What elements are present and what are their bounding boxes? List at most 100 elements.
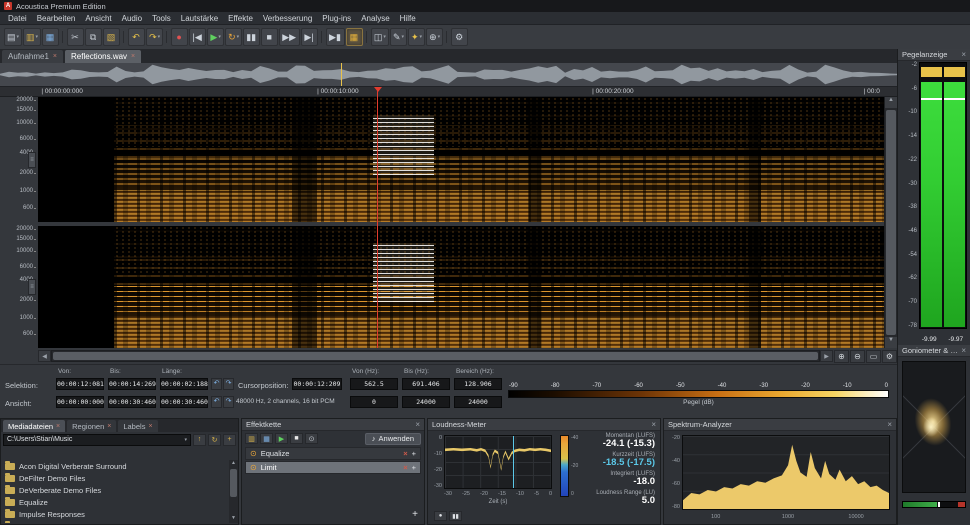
menu-item[interactable]: Plug-ins: [317, 13, 356, 24]
selection-region[interactable]: [373, 114, 434, 175]
record-button[interactable]: ●: [171, 28, 189, 46]
close-icon[interactable]: ×: [53, 53, 57, 60]
new-file-button[interactable]: ▤ ▾: [4, 28, 23, 46]
vertical-scrollbar-track[interactable]: [885, 108, 897, 337]
media-file-item[interactable]: Acon Digital Verberate Surround: [1, 460, 229, 472]
tab-labels[interactable]: Labels ×: [118, 420, 158, 432]
selection-freq-start-field[interactable]: 562.5: [350, 378, 398, 390]
menu-item[interactable]: Effekte: [223, 13, 258, 24]
zoom-out-button[interactable]: ⊖: [850, 349, 865, 363]
path-select[interactable]: C:\Users\Stian\Music ▾: [3, 433, 191, 446]
Equalize[interactable]: ⊙ Equalize × +: [245, 447, 421, 460]
media-file-item[interactable]: Equalize: [1, 496, 229, 508]
close-icon[interactable]: ×: [415, 420, 420, 429]
view-redo-button[interactable]: ↷: [223, 396, 234, 408]
go-to-start-button[interactable]: |◀: [189, 28, 207, 46]
loudness-record-toggle[interactable]: ●: [434, 511, 447, 521]
toolbar-separator[interactable]: [319, 29, 325, 45]
menu-item[interactable]: Tools: [147, 13, 176, 24]
scroll-up-icon[interactable]: ▲: [229, 460, 238, 468]
apply-effects-button[interactable]: ♪ Anwenden: [364, 432, 421, 445]
menu-item[interactable]: Audio: [117, 13, 147, 24]
copy-button[interactable]: ⧉: [85, 28, 103, 46]
stop-button[interactable]: ■: [261, 28, 279, 46]
menu-item[interactable]: Hilfe: [395, 13, 421, 24]
stop-chain-button[interactable]: ■: [290, 433, 303, 444]
new-folder-button[interactable]: +: [223, 433, 236, 446]
channel-view-select[interactable]: ◫ ▾: [370, 28, 389, 46]
undo-button[interactable]: ↶: [128, 28, 146, 46]
view-freq-range-field[interactable]: 24000: [454, 396, 502, 408]
pause-button[interactable]: ▮▮: [243, 28, 261, 46]
close-icon[interactable]: ×: [107, 423, 111, 430]
redo-button[interactable]: ↷ ▾: [146, 28, 164, 46]
spectrogram-channel-right[interactable]: [38, 226, 884, 348]
up-directory-button[interactable]: ↑: [193, 433, 206, 446]
selection-length-field[interactable]: 00:00:02:188: [160, 378, 208, 390]
play-chain-button[interactable]: ▶: [275, 433, 288, 444]
playhead-marker[interactable]: [374, 87, 382, 96]
channel-handle-ch1[interactable]: ≡: [28, 152, 36, 168]
close-icon[interactable]: ×: [887, 420, 892, 429]
fast-forward-button[interactable]: ▶▶: [279, 28, 301, 46]
menu-item[interactable]: Lautstärke: [176, 13, 223, 24]
view-freq-start-field[interactable]: 0: [350, 396, 398, 408]
overview-cursor[interactable]: [341, 63, 342, 86]
insert-effect-icon[interactable]: +: [412, 449, 416, 458]
selection-end-field[interactable]: 00:00:14:269: [108, 378, 156, 390]
menu-item[interactable]: Analyse: [356, 13, 394, 24]
settings-button[interactable]: ⚙: [451, 28, 469, 46]
remove-effect-icon[interactable]: ×: [403, 449, 407, 458]
save-chain-button[interactable]: ▦: [260, 433, 273, 444]
toolbar-separator[interactable]: [60, 29, 66, 45]
media-scrollbar-thumb[interactable]: [230, 469, 237, 497]
cursor-position-field[interactable]: 00:00:12:209: [292, 378, 342, 390]
remove-effect-icon[interactable]: ×: [403, 463, 407, 472]
selection-start-field[interactable]: 00:00:12:081: [56, 378, 104, 390]
power-icon[interactable]: ⊙: [250, 463, 257, 472]
toolbar-separator[interactable]: [164, 29, 170, 45]
play-button[interactable]: ▶ ▾: [207, 28, 225, 46]
power-icon[interactable]: ⊙: [250, 449, 257, 458]
close-icon[interactable]: ×: [131, 53, 135, 60]
view-start-field[interactable]: 00:00:00:000: [56, 396, 104, 408]
spectrogram-view-toggle[interactable]: ▦: [345, 28, 363, 46]
media-file-item[interactable]: DeFilter Demo Files: [1, 472, 229, 484]
retouch-tool-select[interactable]: ✦ ▾: [408, 28, 426, 46]
channel-handle-ch2[interactable]: ≡: [28, 279, 36, 295]
vertical-scrollbar-thumb[interactable]: [886, 110, 896, 335]
cut-button[interactable]: ✂: [67, 28, 85, 46]
scroll-up-icon[interactable]: ▲: [885, 97, 897, 108]
view-undo-button[interactable]: ↶: [211, 396, 222, 408]
scroll-left-icon[interactable]: ◀: [38, 350, 51, 362]
horizontal-scrollbar-track[interactable]: [51, 350, 820, 362]
save-button[interactable]: ▦: [42, 28, 60, 46]
loop-playback-button[interactable]: ↻ ▾: [225, 28, 243, 46]
open-chain-button[interactable]: ▥: [245, 433, 258, 444]
close-icon[interactable]: ×: [56, 423, 60, 430]
toolbar-separator[interactable]: [364, 29, 370, 45]
close-icon[interactable]: ×: [651, 420, 656, 429]
playhead-cursor[interactable]: [377, 87, 378, 348]
tab-aufnahme1[interactable]: Aufnahme1 ×: [2, 50, 64, 63]
insert-effect-icon[interactable]: +: [412, 463, 416, 472]
go-to-end-button[interactable]: ▶|: [301, 28, 319, 46]
zoom-selection-button[interactable]: ▭: [866, 349, 881, 363]
toolbar-separator[interactable]: [444, 29, 450, 45]
view-freq-end-field[interactable]: 24000: [402, 396, 450, 408]
view-end-field[interactable]: 00:00:30:460: [108, 396, 156, 408]
selection-freq-range-field[interactable]: 128.906: [454, 378, 502, 390]
toolbar-separator[interactable]: [121, 29, 127, 45]
close-icon[interactable]: ×: [961, 346, 966, 355]
vertical-scrollbar[interactable]: ▲ ▼: [884, 97, 897, 348]
horizontal-scrollbar-thumb[interactable]: [53, 352, 818, 360]
open-file-button[interactable]: ▥ ▾: [23, 28, 42, 46]
menu-item[interactable]: Datei: [3, 13, 32, 24]
scroll-down-icon[interactable]: ▼: [229, 515, 238, 523]
media-scrollbar-track[interactable]: [229, 468, 238, 515]
tab-mediadateien[interactable]: Mediadateien ×: [3, 420, 66, 432]
tab-reflections[interactable]: Reflections.wav ×: [65, 50, 142, 63]
media-scrollbar[interactable]: ▲ ▼: [229, 460, 238, 523]
play-selection-button[interactable]: ▶▮: [326, 28, 345, 46]
scroll-down-icon[interactable]: ▼: [885, 337, 897, 348]
